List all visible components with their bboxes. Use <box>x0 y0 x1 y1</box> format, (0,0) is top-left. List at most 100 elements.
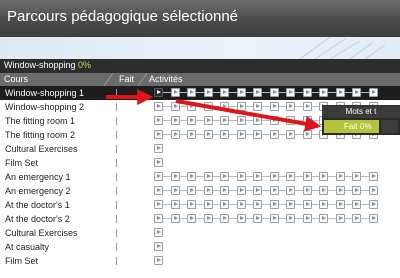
activity-play-icon[interactable] <box>368 172 378 181</box>
activity-play-icon[interactable] <box>302 200 312 209</box>
activity-play-icon[interactable] <box>154 214 163 223</box>
activity-play-icon[interactable] <box>154 116 163 125</box>
activity-play-icon[interactable] <box>203 130 213 139</box>
activity-play-icon[interactable] <box>236 214 246 223</box>
course-row[interactable]: At casualty <box>0 240 400 254</box>
activity-play-icon[interactable] <box>302 172 312 181</box>
activity-play-icon[interactable] <box>302 116 312 125</box>
activity-play-icon[interactable] <box>187 130 196 139</box>
activity-play-icon[interactable] <box>253 214 262 223</box>
activity-play-icon[interactable] <box>170 102 180 111</box>
activity-play-icon[interactable] <box>335 214 345 223</box>
activity-play-icon[interactable] <box>187 172 196 181</box>
activity-play-icon[interactable] <box>319 88 328 97</box>
activity-play-icon[interactable] <box>253 200 262 209</box>
activity-play-icon[interactable] <box>335 200 345 209</box>
activity-play-icon[interactable] <box>319 172 328 181</box>
activity-play-icon[interactable] <box>170 172 180 181</box>
activity-play-icon[interactable] <box>319 200 328 209</box>
activity-play-icon[interactable] <box>286 186 295 195</box>
activity-play-icon[interactable] <box>236 200 246 209</box>
activity-play-icon[interactable] <box>203 200 213 209</box>
activity-play-icon[interactable] <box>154 242 163 251</box>
activity-play-icon[interactable] <box>269 116 279 125</box>
activity-play-icon[interactable] <box>154 200 163 209</box>
activity-play-icon[interactable] <box>236 172 246 181</box>
activity-play-icon[interactable] <box>187 186 196 195</box>
activity-play-icon[interactable] <box>170 130 180 139</box>
activity-play-icon[interactable] <box>335 172 345 181</box>
activity-play-icon[interactable] <box>253 172 262 181</box>
activity-play-icon[interactable] <box>319 186 328 195</box>
activity-play-icon[interactable] <box>286 172 295 181</box>
column-header-activites[interactable]: Activités <box>149 74 183 84</box>
activity-play-icon[interactable] <box>236 88 246 97</box>
activity-play-icon[interactable] <box>187 116 196 125</box>
activity-play-icon[interactable] <box>352 200 361 209</box>
course-row[interactable]: At the doctor's 1 <box>0 198 400 212</box>
column-header-fait[interactable]: Fait <box>119 74 134 84</box>
activity-play-icon[interactable] <box>286 116 295 125</box>
activity-play-icon[interactable] <box>269 200 279 209</box>
activity-play-icon[interactable] <box>286 214 295 223</box>
activity-play-icon[interactable] <box>269 88 279 97</box>
activity-play-icon[interactable] <box>302 186 312 195</box>
course-row[interactable]: Film Set <box>0 156 400 170</box>
activity-play-icon[interactable] <box>269 186 279 195</box>
course-row[interactable]: Window-shopping 1 <box>0 86 400 100</box>
activity-play-icon[interactable] <box>253 116 262 125</box>
activity-play-icon[interactable] <box>368 186 378 195</box>
activity-play-icon[interactable] <box>203 172 213 181</box>
activity-play-icon[interactable] <box>203 116 213 125</box>
activity-play-icon[interactable] <box>352 186 361 195</box>
activity-play-icon[interactable] <box>203 186 213 195</box>
activity-play-icon[interactable] <box>220 172 229 181</box>
activity-play-icon[interactable] <box>236 116 246 125</box>
activity-play-icon[interactable] <box>220 200 229 209</box>
activity-play-icon[interactable] <box>220 214 229 223</box>
activity-play-icon[interactable] <box>154 228 163 237</box>
activity-play-icon[interactable] <box>170 200 180 209</box>
course-row[interactable]: At the doctor's 2 <box>0 212 400 226</box>
activity-play-icon[interactable] <box>187 88 196 97</box>
activity-play-icon[interactable] <box>302 130 312 139</box>
activity-play-icon[interactable] <box>253 130 262 139</box>
course-row[interactable]: Film Set <box>0 254 400 268</box>
column-header-cours[interactable]: Cours <box>4 74 28 84</box>
activity-play-icon[interactable] <box>302 214 312 223</box>
activity-play-icon[interactable] <box>170 214 180 223</box>
activity-play-icon[interactable] <box>368 88 378 97</box>
course-row[interactable]: An emergency 2 <box>0 184 400 198</box>
activity-play-icon[interactable] <box>269 214 279 223</box>
activity-play-icon[interactable] <box>319 214 328 223</box>
activity-play-icon[interactable] <box>368 214 378 223</box>
activity-play-icon[interactable] <box>236 186 246 195</box>
activity-play-icon[interactable] <box>187 214 196 223</box>
activity-play-icon[interactable] <box>187 102 196 111</box>
activity-play-icon[interactable] <box>236 102 246 111</box>
activity-play-icon[interactable] <box>236 130 246 139</box>
activity-play-icon[interactable] <box>286 200 295 209</box>
activity-play-icon[interactable] <box>154 144 163 153</box>
activity-play-icon[interactable] <box>253 186 262 195</box>
activity-play-icon[interactable] <box>352 172 361 181</box>
course-row[interactable]: An emergency 1 <box>0 170 400 184</box>
activity-play-icon[interactable] <box>203 88 213 97</box>
activity-play-icon[interactable] <box>286 130 295 139</box>
activity-play-icon[interactable] <box>154 186 163 195</box>
activity-play-icon[interactable] <box>187 200 196 209</box>
activity-play-icon[interactable] <box>286 102 295 111</box>
activity-play-icon[interactable] <box>154 130 163 139</box>
activity-play-icon[interactable] <box>302 102 312 111</box>
activity-play-icon[interactable] <box>203 102 213 111</box>
activity-play-icon[interactable] <box>335 186 345 195</box>
activity-play-icon[interactable] <box>220 186 229 195</box>
activity-play-icon[interactable] <box>352 88 361 97</box>
activity-play-icon[interactable] <box>154 102 163 111</box>
activity-play-icon[interactable] <box>368 200 378 209</box>
activity-play-icon[interactable] <box>253 88 262 97</box>
activity-play-icon[interactable] <box>220 102 229 111</box>
activity-play-icon[interactable] <box>253 102 262 111</box>
activity-play-icon[interactable] <box>203 214 213 223</box>
activity-play-icon[interactable] <box>269 130 279 139</box>
